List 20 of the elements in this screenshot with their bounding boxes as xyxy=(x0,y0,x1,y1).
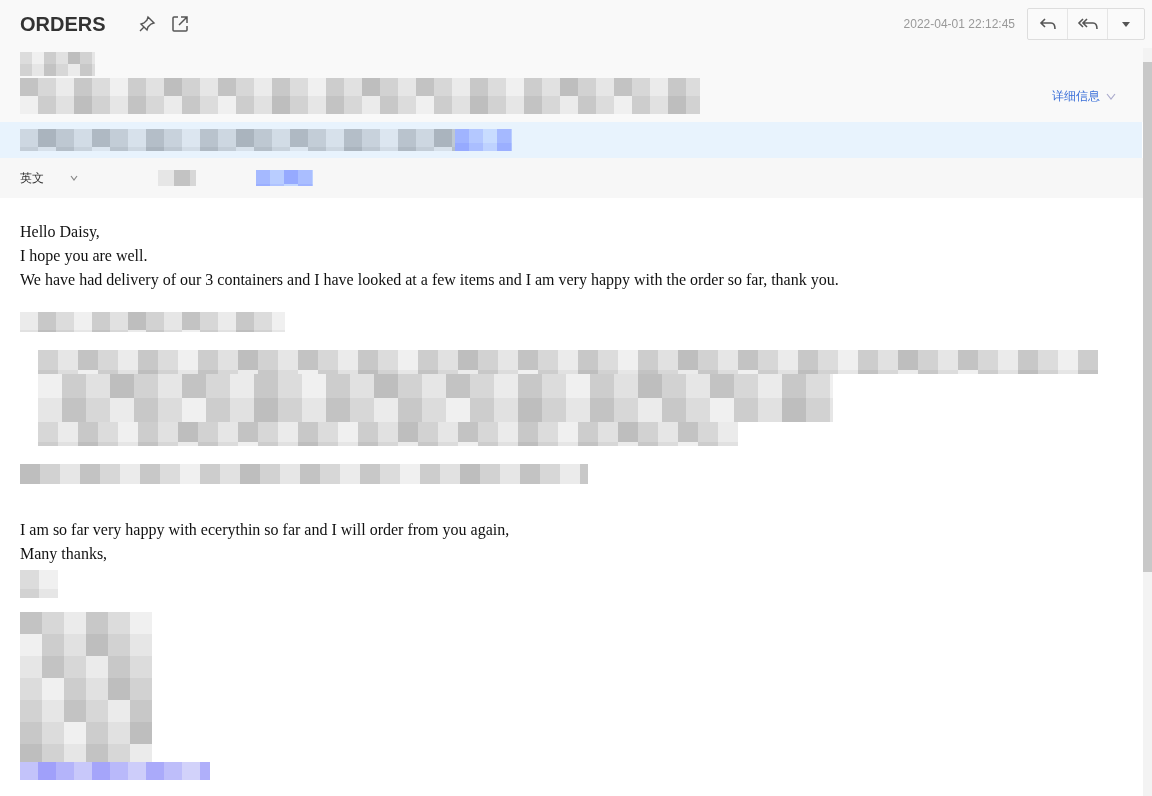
timestamp: 2022-04-01 22:12:45 xyxy=(903,17,1015,31)
reply-all-icon xyxy=(1076,17,1099,31)
reply-icon xyxy=(1038,17,1057,31)
email-subject: ORDERS xyxy=(20,12,106,36)
pixelated-block xyxy=(158,170,196,186)
email-text-line: Hello Daisy, xyxy=(20,222,101,243)
pin-icon[interactable] xyxy=(137,15,156,33)
details-link[interactable]: 详细信息 xyxy=(1052,87,1100,105)
scrollbar[interactable] xyxy=(1143,48,1152,796)
external-link-icon[interactable] xyxy=(169,14,190,34)
email-text-line: I hope you are well. xyxy=(20,246,149,267)
caret-icon xyxy=(1122,21,1130,27)
email-text-line: Many thanks, xyxy=(20,544,109,565)
email-text-line: We have had delivery of our 3 containers and I have looked at a few items and I am very happy with the order so far, thank you. xyxy=(20,270,840,291)
language-label[interactable]: 英文 xyxy=(20,169,44,187)
chevron-down-icon[interactable] xyxy=(70,175,78,181)
pixelated-block xyxy=(20,570,58,598)
pixelated-block xyxy=(256,170,313,186)
email-text-line: I am so far very happy with ecerythin so far and I will order from you again, xyxy=(20,520,511,541)
chevron-down-icon[interactable] xyxy=(1106,92,1116,100)
